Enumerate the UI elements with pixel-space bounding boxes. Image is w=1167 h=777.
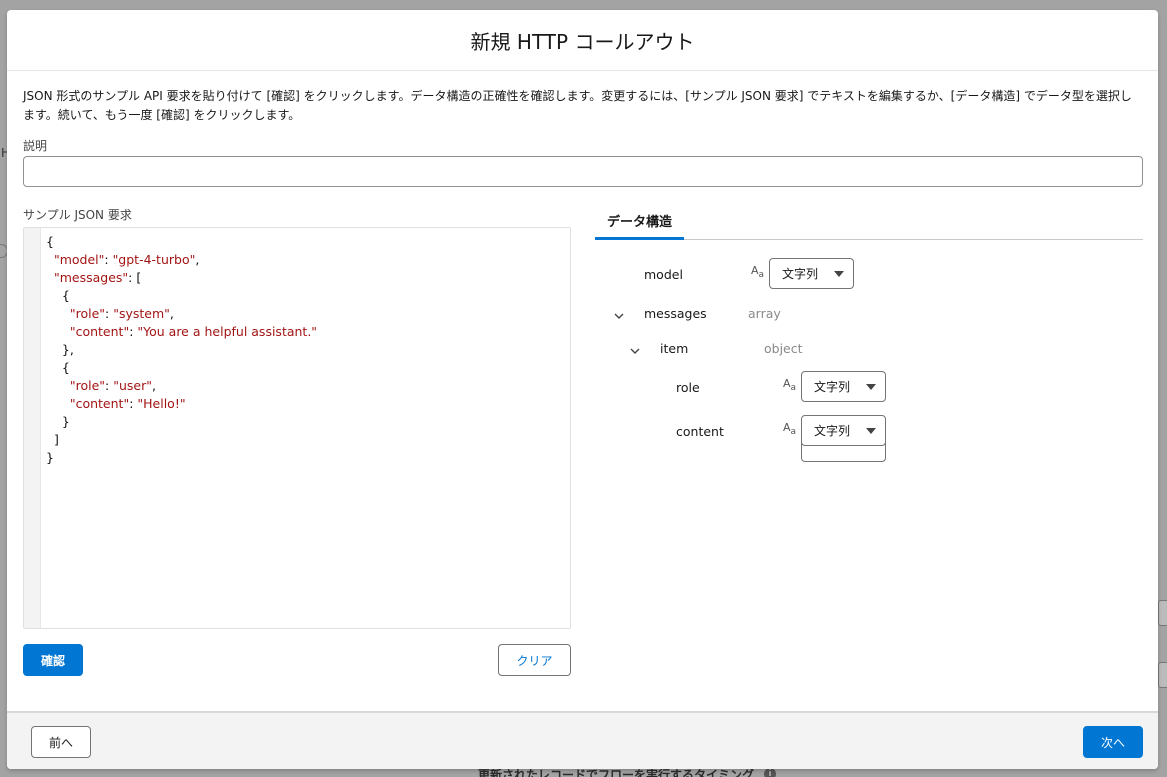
code-line: "role": "system",: [46, 305, 317, 323]
instructions-text: JSON 形式のサンプル API 要求を貼り付けて [確認] をクリックします。…: [23, 89, 1132, 122]
json-string: "system": [113, 306, 170, 321]
json-punct: ,: [169, 306, 174, 321]
json-punct: {: [46, 234, 54, 249]
json-punct: [46, 306, 70, 321]
role-type-value: 文字列: [814, 380, 851, 394]
editor-gutter: [24, 228, 41, 628]
next-button[interactable]: 次へ: [1083, 726, 1143, 758]
json-string: "You are a helpful assistant.": [137, 324, 318, 339]
json-punct: [46, 378, 70, 393]
text-type-icon: Aa: [783, 421, 797, 437]
code-line: "messages": [: [46, 269, 317, 287]
modal-title: 新規 HTTP コールアウト: [470, 29, 695, 54]
sample-json-editor[interactable]: { "model": "gpt-4-turbo", "messages": [ …: [23, 227, 571, 629]
tab-data-structure[interactable]: データ構造: [595, 203, 684, 240]
json-key: "content": [69, 324, 130, 339]
tree-node-item: item: [660, 341, 689, 356]
description-input[interactable]: [23, 156, 1143, 187]
clear-button[interactable]: クリア: [498, 644, 571, 676]
json-punct: ,: [195, 252, 200, 267]
json-key: "messages": [53, 270, 129, 285]
json-punct: ,: [151, 378, 156, 393]
item-type: object: [764, 341, 803, 356]
json-punct: [46, 396, 70, 411]
json-punct: [46, 324, 70, 339]
sample-json-label: サンプル JSON 要求: [23, 208, 132, 222]
code-line: "role": "user",: [46, 377, 317, 395]
background-control: [1158, 662, 1167, 688]
json-punct: :: [105, 306, 114, 321]
json-punct: }: [46, 414, 70, 429]
confirm-button[interactable]: 確認: [23, 644, 83, 676]
description-label: 説明: [23, 139, 48, 153]
json-string: "gpt-4-turbo": [112, 252, 196, 267]
code-line: }: [46, 413, 317, 431]
json-punct: [46, 270, 54, 285]
json-punct: {: [46, 360, 70, 375]
http-callout-modal: 新規 HTTP コールアウト JSON 形式のサンプル API 要求を貼り付けて…: [7, 10, 1158, 769]
caret-down-icon: [866, 428, 876, 434]
tree-node-model: model: [644, 267, 683, 282]
content-type-value: 文字列: [814, 424, 851, 438]
json-punct: [46, 252, 54, 267]
code-line: ]: [46, 431, 317, 449]
code-line: {: [46, 287, 317, 305]
code-line: "content": "Hello!": [46, 395, 317, 413]
background-control: [1158, 600, 1167, 626]
text-type-icon: Aa: [751, 264, 765, 280]
chevron-down-icon[interactable]: [614, 311, 624, 321]
modal-footer: 前へ 次へ: [7, 711, 1158, 769]
json-punct: },: [46, 342, 74, 357]
code-line: },: [46, 341, 317, 359]
content-type-select[interactable]: 文字列: [801, 415, 886, 446]
tree-node-messages: messages: [644, 306, 707, 321]
tree-node-role: role: [676, 380, 700, 395]
code-line: }: [46, 449, 317, 467]
chevron-down-icon[interactable]: [630, 346, 640, 356]
json-punct: ]: [46, 432, 59, 447]
role-type-select[interactable]: 文字列: [801, 371, 886, 402]
json-key: "content": [69, 396, 130, 411]
code-line: "model": "gpt-4-turbo",: [46, 251, 317, 269]
json-key: "model": [53, 252, 105, 267]
model-type-select[interactable]: 文字列: [769, 258, 854, 289]
json-key: "role": [69, 378, 106, 393]
text-type-icon: Aa: [783, 377, 797, 393]
caret-down-icon: [866, 384, 876, 390]
model-type-value: 文字列: [782, 267, 819, 281]
modal-header: 新規 HTTP コールアウト: [7, 10, 1158, 71]
code-line: {: [46, 233, 317, 251]
json-string: "Hello!": [137, 396, 186, 411]
json-string: "user": [113, 378, 152, 393]
data-structure-tabs: データ構造: [595, 203, 1143, 240]
previous-button[interactable]: 前へ: [31, 726, 91, 758]
json-punct: {: [46, 288, 70, 303]
json-key: "role": [69, 306, 106, 321]
json-code[interactable]: { "model": "gpt-4-turbo", "messages": [ …: [46, 233, 317, 467]
json-punct: : [: [128, 270, 142, 285]
messages-type: array: [748, 306, 781, 321]
code-line: {: [46, 359, 317, 377]
info-icon: i: [764, 768, 776, 777]
caret-down-icon: [834, 271, 844, 277]
code-line: "content": "You are a helpful assistant.…: [46, 323, 317, 341]
json-punct: }: [46, 450, 54, 465]
json-punct: :: [105, 378, 114, 393]
json-punct: :: [104, 252, 113, 267]
tree-node-content: content: [676, 424, 724, 439]
modal-body: JSON 形式のサンプル API 要求を貼り付けて [確認] をクリックします。…: [7, 71, 1158, 711]
